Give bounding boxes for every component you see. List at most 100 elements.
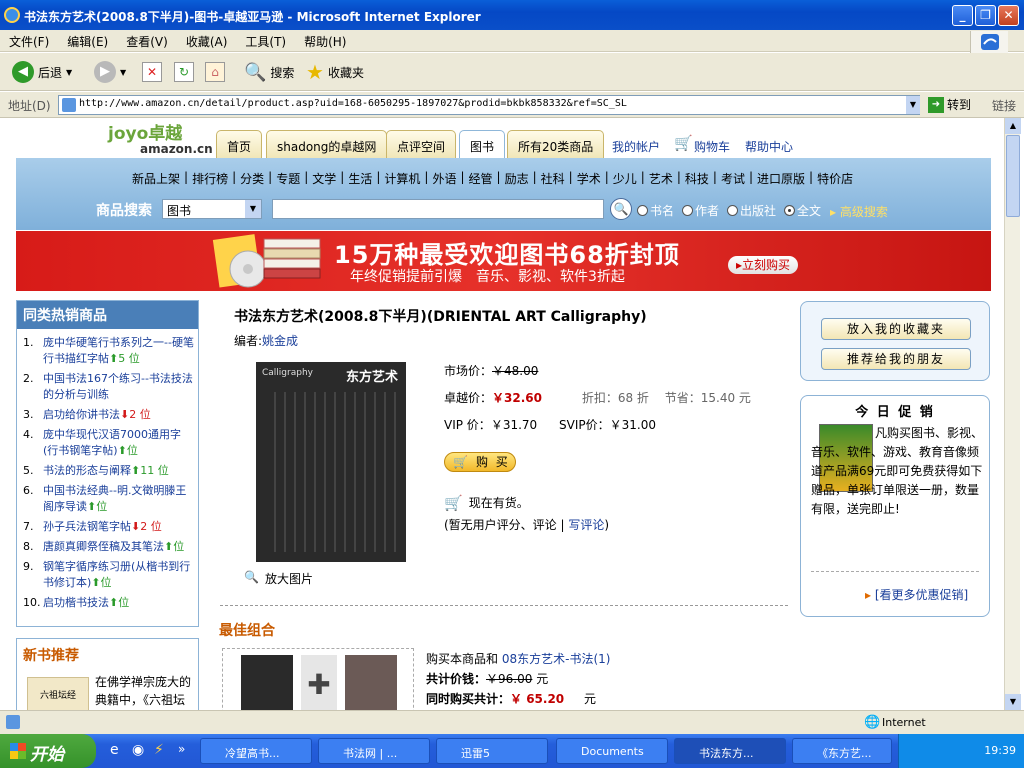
combo-link[interactable]: 08东方艺术-书法(1) xyxy=(502,652,611,666)
favorites-button[interactable]: ★ 收藏夹 xyxy=(306,60,364,84)
add-to-favorites-button[interactable]: 放入我的收藏夹 xyxy=(821,318,971,340)
search-option[interactable]: 全文 xyxy=(784,202,821,219)
menu-tools[interactable]: 工具(T) xyxy=(236,30,295,53)
category-link[interactable]: 外语 xyxy=(432,170,456,187)
combo-cover-2[interactable] xyxy=(345,655,397,710)
task-item[interactable]: 书法网 | ... xyxy=(318,738,430,764)
bestseller-item[interactable]: 5. 书法的形态与阐释⬆11 位 xyxy=(23,463,194,479)
menu-bar: 文件(F) 编辑(E) 查看(V) 收藏(A) 工具(T) 帮助(H) xyxy=(0,30,1024,52)
url-field[interactable]: http://www.amazon.cn/detail/product.asp?… xyxy=(58,95,920,115)
search-button[interactable]: 🔍 搜索 xyxy=(244,61,294,83)
stop-icon[interactable]: ✕ xyxy=(142,62,162,82)
bestseller-item[interactable]: 8. 唐颜真卿祭侄稿及其笔法⬆位 xyxy=(23,539,194,555)
cart-link[interactable]: 购物车 xyxy=(694,138,730,155)
category-link[interactable]: 新品上架 xyxy=(132,170,180,187)
search-go-icon[interactable]: 🔍 xyxy=(610,198,632,220)
category-link[interactable]: 专题 xyxy=(276,170,300,187)
scroll-thumb[interactable] xyxy=(1006,135,1020,217)
enlarge-image-link[interactable]: 🔍 放大图片 xyxy=(244,570,313,587)
back-button[interactable]: ◀ 后退 ▼ xyxy=(12,61,72,83)
logo-joyo: joyo卓越 xyxy=(108,124,183,144)
buy-now-label: 立刻购买 xyxy=(742,258,791,272)
scroll-down-icon[interactable]: ▼ xyxy=(1005,694,1021,710)
scroll-up-icon[interactable]: ▲ xyxy=(1005,118,1021,134)
bestseller-item[interactable]: 1. 庞中华硬笔行书系列之一--硬笔行书描红字帖⬆5 位 xyxy=(23,335,194,367)
menu-edit[interactable]: 编辑(E) xyxy=(58,30,117,53)
category-link[interactable]: 励志 xyxy=(505,170,529,187)
search-input[interactable] xyxy=(272,199,604,219)
site-logo[interactable]: joyo卓越 amazon.cn xyxy=(108,124,213,158)
category-link[interactable]: 生活 xyxy=(348,170,372,187)
search-option[interactable]: 出版社 xyxy=(727,202,776,219)
newbook-cover[interactable]: 六祖坛经 xyxy=(27,677,89,710)
task-item[interactable]: 冷望高书... xyxy=(200,738,312,764)
links-label[interactable]: 链接 xyxy=(992,97,1016,114)
bestseller-item[interactable]: 3. 启功给你讲书法⬇2 位 xyxy=(23,407,194,423)
category-link[interactable]: 学术 xyxy=(577,170,601,187)
task-item[interactable]: Documents xyxy=(556,738,668,764)
category-link[interactable]: 特价店 xyxy=(817,170,853,187)
media-quicklaunch-icon[interactable]: ◉ xyxy=(132,742,144,758)
help-link[interactable]: 帮助中心 xyxy=(745,138,793,155)
editor-link[interactable]: 姚金成 xyxy=(262,334,298,348)
menu-help[interactable]: 帮助(H) xyxy=(295,30,355,53)
tab-my-joyo[interactable]: shadong的卓越网 xyxy=(266,130,388,158)
tab-books[interactable]: 图书 xyxy=(459,130,506,158)
forward-button[interactable]: ▶ ▼ xyxy=(94,61,126,83)
my-account-link[interactable]: 我的帐户 xyxy=(612,138,660,155)
category-link[interactable]: 经管 xyxy=(469,170,493,187)
ie-quicklaunch-icon[interactable]: e xyxy=(110,742,119,758)
category-link[interactable]: 文学 xyxy=(312,170,336,187)
refresh-icon[interactable]: ↻ xyxy=(174,62,194,82)
category-link[interactable]: 进口原版 xyxy=(757,170,805,187)
task-item[interactable]: 迅雷5 xyxy=(436,738,548,764)
bestseller-item[interactable]: 2. 中国书法167个练习--书法技法的分析与训练 xyxy=(23,371,194,403)
product-cover-image[interactable]: Calligraphy 东方艺术 xyxy=(256,362,406,562)
taskbar: 开始 e ◉ ⚡ » 冷望高书... 书法网 | ... 迅雷5 Documen… xyxy=(0,734,1024,768)
buy-button[interactable]: 🛒 购 买 xyxy=(444,452,516,472)
vertical-scrollbar[interactable]: ▲ ▼ xyxy=(1004,118,1021,710)
menu-favorites[interactable]: 收藏(A) xyxy=(177,30,237,53)
search-option[interactable]: 书名 xyxy=(637,202,674,219)
menu-file[interactable]: 文件(F) xyxy=(0,30,58,53)
url-dropdown-icon[interactable]: ▼ xyxy=(906,96,920,114)
search-option[interactable]: 作者 xyxy=(682,202,719,219)
promo-banner[interactable]: 15万种最受欢迎图书68折封顶 年终促销提前引爆 音乐、影视、软件3折起 ▸立刻… xyxy=(16,231,991,291)
advanced-search-link[interactable]: ▸ 高级搜索 xyxy=(830,203,888,220)
maximize-button[interactable]: ❐ xyxy=(975,5,996,26)
start-button[interactable]: 开始 xyxy=(0,734,96,768)
category-link[interactable]: 科技 xyxy=(685,170,709,187)
category-link[interactable]: 少儿 xyxy=(613,170,637,187)
buy-now-button[interactable]: ▸立刻购买 xyxy=(728,256,799,274)
bestseller-item[interactable]: 9. 钢笔字循序练习册(从楷书到行书修订本)⬆位 xyxy=(23,559,194,591)
cart-icon[interactable]: 🛒 xyxy=(674,134,693,152)
thunder-quicklaunch-icon[interactable]: ⚡ xyxy=(154,742,164,758)
close-button[interactable]: ✕ xyxy=(998,5,1019,26)
category-link[interactable]: 考试 xyxy=(721,170,745,187)
bestseller-item[interactable]: 6. 中国书法经典--明.文徵明滕王阁序导读⬆位 xyxy=(23,483,194,515)
bestseller-item[interactable]: 10. 启功楷书技法⬆位 xyxy=(23,595,194,611)
home-icon[interactable]: ⌂ xyxy=(205,62,225,82)
category-link[interactable]: 分类 xyxy=(240,170,264,187)
go-button[interactable]: ➜ 转到 xyxy=(928,96,971,113)
task-item-active[interactable]: 书法东方... xyxy=(674,738,786,764)
search-category-select[interactable]: 图书 ▼ xyxy=(162,199,262,219)
tab-reviews[interactable]: 点评空间 xyxy=(386,130,457,158)
combo-cover-1[interactable] xyxy=(241,655,293,710)
category-link[interactable]: 排行榜 xyxy=(192,170,228,187)
task-item[interactable]: 《东方艺... xyxy=(792,738,892,764)
write-review-link[interactable]: 写评论 xyxy=(568,518,604,532)
bestseller-item[interactable]: 7. 孙子兵法钢笔字帖⬇2 位 xyxy=(23,519,194,535)
category-link[interactable]: 计算机 xyxy=(384,170,420,187)
recommend-button[interactable]: 推荐给我的朋友 xyxy=(821,348,971,370)
category-link[interactable]: 社科 xyxy=(541,170,565,187)
bestseller-text: 书法的形态与阐释⬆11 位 xyxy=(43,463,169,479)
tab-all-products[interactable]: 所有20类商品 xyxy=(507,130,605,158)
more-quicklaunch-icon[interactable]: » xyxy=(178,742,185,756)
tab-home[interactable]: 首页 xyxy=(216,130,263,158)
bestseller-item[interactable]: 4. 庞中华现代汉语7000通用字(行书钢笔字帖)⬆位 xyxy=(23,427,194,459)
minimize-button[interactable]: _ xyxy=(952,5,973,26)
more-promos-link[interactable]: ▸ [看更多优惠促销] xyxy=(865,586,968,603)
menu-view[interactable]: 查看(V) xyxy=(117,30,177,53)
category-link[interactable]: 艺术 xyxy=(649,170,673,187)
